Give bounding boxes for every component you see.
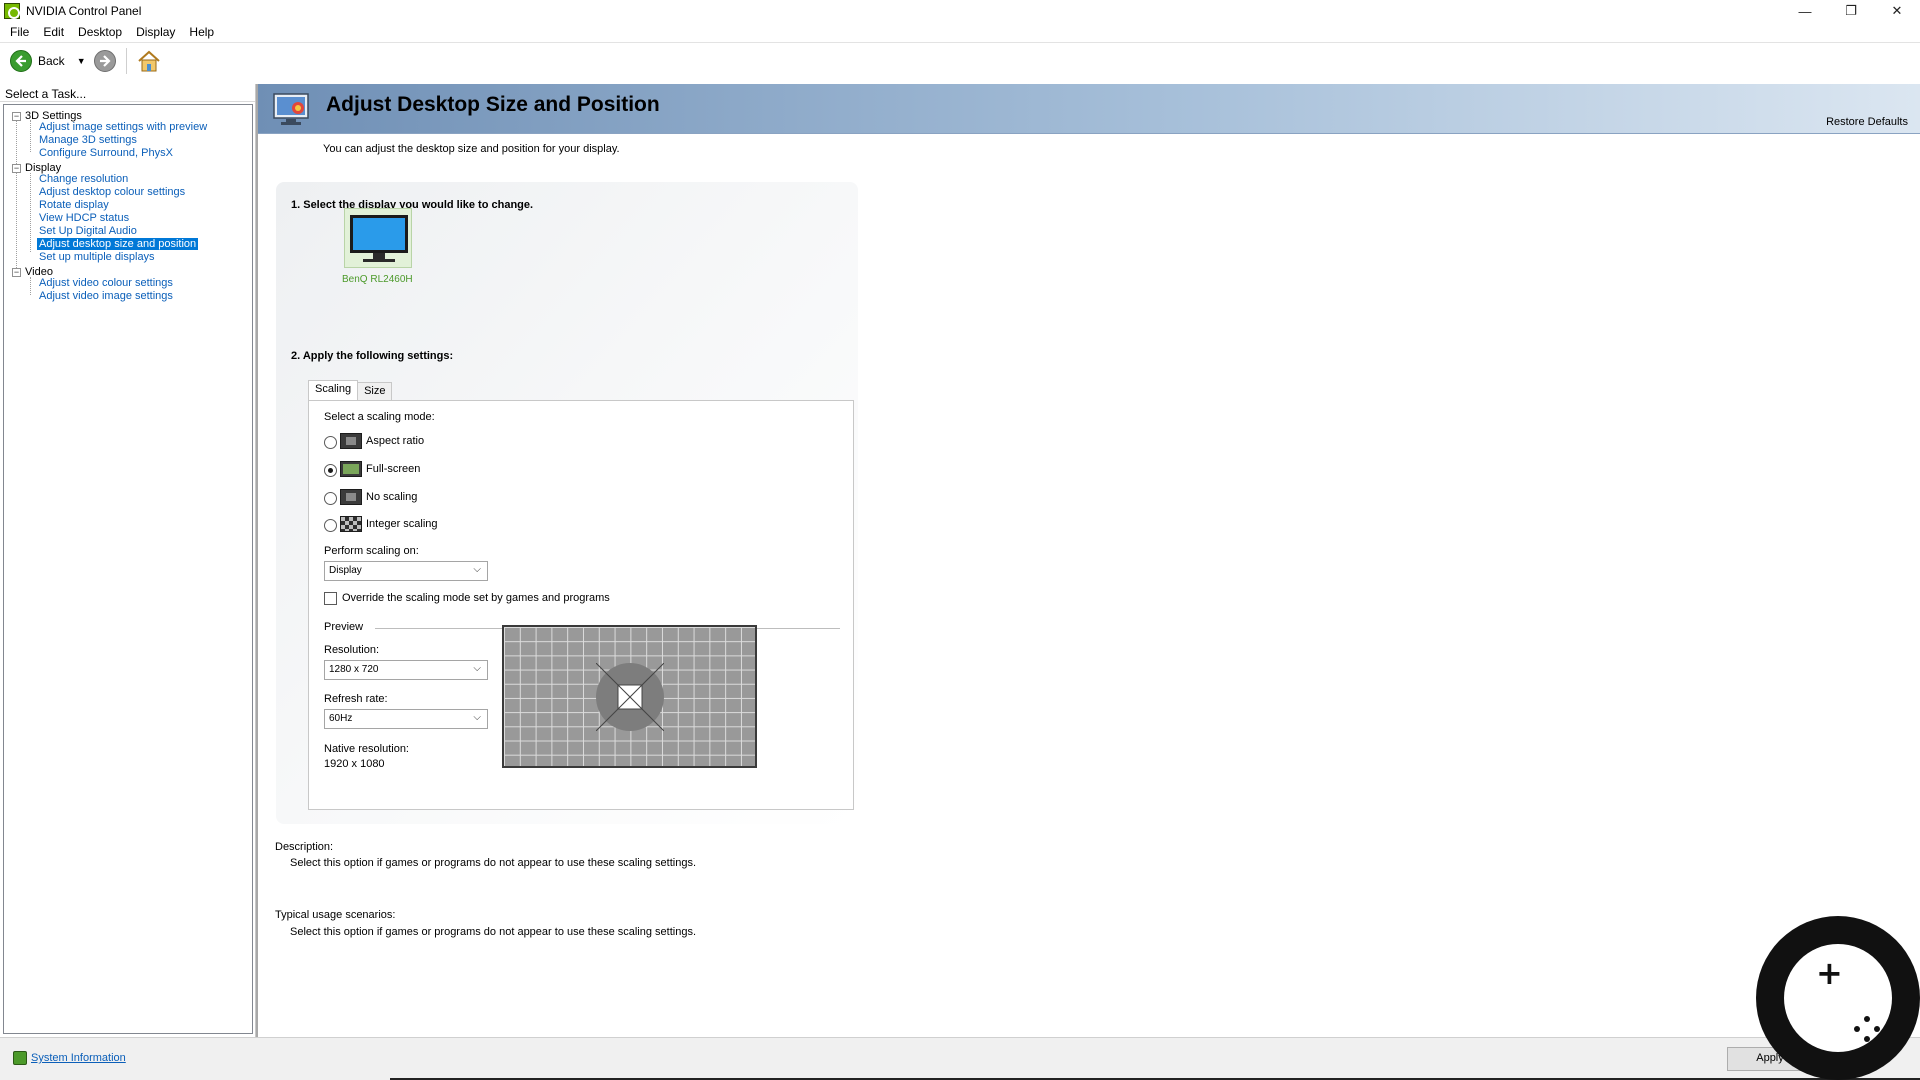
refresh-rate-select[interactable]: 60Hz ⌵ — [324, 709, 488, 729]
desktop-size-icon — [272, 91, 312, 127]
perform-scaling-select[interactable]: Display ⌵ — [324, 561, 488, 581]
system-info-icon[interactable] — [13, 1051, 27, 1065]
title-bar: NVIDIA Control Panel — ❐ ✕ — [0, 0, 1920, 22]
step2-label: 2. Apply the following settings: — [291, 350, 454, 362]
history-dropdown-icon[interactable]: ▼ — [77, 56, 86, 66]
menu-file[interactable]: File — [3, 25, 36, 39]
integer-scaling-icon — [340, 516, 362, 532]
tree-item-configure-surround[interactable]: Configure Surround, PhysX — [37, 147, 175, 159]
menu-edit[interactable]: Edit — [36, 25, 71, 39]
tree-connector — [30, 173, 31, 252]
tree-item-rotate-display[interactable]: Rotate display — [37, 199, 111, 211]
tree-item-desktop-colour[interactable]: Adjust desktop colour settings — [37, 186, 187, 198]
no-scaling-label[interactable]: No scaling — [366, 491, 417, 503]
radio-full-screen[interactable] — [324, 464, 337, 477]
forward-arrow-icon[interactable] — [93, 49, 116, 72]
tree-item-hdcp-status[interactable]: View HDCP status — [37, 212, 131, 224]
collapse-icon[interactable]: − — [12, 111, 21, 121]
watermark-dots-icon — [1854, 1016, 1880, 1042]
description-heading: Description: — [275, 841, 334, 853]
tree-item-video-image[interactable]: Adjust video image settings — [37, 290, 175, 302]
restore-defaults-link[interactable]: Restore Defaults — [1826, 116, 1908, 128]
radio-no-scaling[interactable] — [324, 492, 337, 505]
tree-item-adjust-image-settings[interactable]: Adjust image settings with preview — [37, 121, 209, 133]
tree-item-video-colour[interactable]: Adjust video colour settings — [37, 277, 175, 289]
menu-display[interactable]: Display — [129, 25, 182, 39]
scaling-mode-prompt: Select a scaling mode: — [324, 411, 435, 423]
resolution-select[interactable]: 1280 x 720 ⌵ — [324, 660, 488, 680]
resolution-value: 1280 x 720 — [329, 664, 379, 675]
collapse-icon[interactable]: − — [12, 163, 21, 173]
status-bar: System Information Apply — [0, 1037, 1920, 1080]
toolbar: Back ▼ — [0, 42, 1920, 78]
task-tree: − 3D Settings Adjust image settings with… — [3, 104, 253, 1034]
tab-scaling[interactable]: Scaling — [308, 380, 359, 400]
aspect-ratio-label[interactable]: Aspect ratio — [366, 435, 424, 447]
settings-tabs: Scaling Size — [308, 380, 393, 400]
perform-scaling-label: Perform scaling on: — [324, 545, 419, 557]
task-panel: Select a Task... − 3D Settings Adjust im… — [0, 84, 256, 1037]
collapse-icon[interactable]: − — [12, 267, 21, 277]
tree-item-change-resolution[interactable]: Change resolution — [37, 173, 130, 185]
minimize-button[interactable]: — — [1782, 0, 1828, 22]
chevron-down-icon: ⌵ — [473, 663, 481, 674]
toolbar-separator — [125, 47, 127, 74]
tab-size[interactable]: Size — [357, 382, 393, 400]
menu-bar: File Edit Desktop Display Help — [0, 22, 1920, 42]
scaling-tab-panel: Select a scaling mode: Aspect ratio Full… — [308, 400, 854, 810]
window-controls: — ❐ ✕ — [1782, 0, 1920, 22]
back-arrow-icon[interactable] — [10, 49, 32, 72]
page-description: You can adjust the desktop size and posi… — [323, 143, 620, 155]
usage-text: Select this option if games or programs … — [290, 926, 697, 938]
system-information-link[interactable]: System Information — [31, 1052, 126, 1064]
back-button-label[interactable]: Back — [38, 54, 65, 68]
full-screen-icon — [340, 461, 362, 477]
tree-item-digital-audio[interactable]: Set Up Digital Audio — [37, 225, 139, 237]
tree-item-desktop-size-position[interactable]: Adjust desktop size and position — [37, 238, 199, 250]
tree-connector — [30, 120, 31, 152]
chevron-down-icon: ⌵ — [473, 564, 481, 575]
scaling-preview — [502, 625, 757, 768]
chevron-down-icon: ⌵ — [473, 712, 481, 723]
usage-heading: Typical usage scenarios: — [275, 909, 396, 921]
display-thumbnail[interactable] — [344, 208, 412, 268]
page-banner: Adjust Desktop Size and Position Restore… — [258, 84, 1920, 134]
radio-integer-scaling[interactable] — [324, 519, 337, 532]
display-name-label[interactable]: BenQ RL2460H — [342, 274, 413, 285]
task-panel-header: Select a Task... — [0, 84, 255, 102]
tree-item-manage-3d-settings[interactable]: Manage 3D settings — [37, 134, 139, 146]
window-title: NVIDIA Control Panel — [26, 4, 142, 18]
tree-item-multiple-displays[interactable]: Set up multiple displays — [37, 251, 157, 263]
watermark-logo: + — [1756, 916, 1920, 1080]
full-screen-label[interactable]: Full-screen — [366, 463, 420, 475]
preview-test-pattern-cross — [596, 663, 664, 731]
tree-connector — [30, 277, 31, 295]
radio-aspect-ratio[interactable] — [324, 436, 337, 449]
override-label[interactable]: Override the scaling mode set by games a… — [342, 592, 610, 604]
refresh-rate-value: 60Hz — [329, 713, 353, 724]
main-content: Adjust Desktop Size and Position Restore… — [258, 84, 1920, 1037]
watermark-plus-icon: + — [1816, 954, 1843, 992]
nvidia-app-icon — [4, 3, 20, 19]
home-icon[interactable] — [137, 50, 161, 72]
perform-scaling-value: Display — [329, 565, 362, 576]
native-resolution-value: 1920 x 1080 — [324, 758, 385, 770]
monitor-icon — [350, 215, 408, 262]
preview-label: Preview — [324, 621, 364, 633]
no-scaling-icon — [340, 489, 362, 505]
tree-connector — [16, 116, 17, 274]
menu-help[interactable]: Help — [182, 25, 221, 39]
description-text: Select this option if games or programs … — [290, 857, 697, 869]
page-title: Adjust Desktop Size and Position — [326, 93, 660, 116]
menu-desktop[interactable]: Desktop — [71, 25, 129, 39]
resolution-label: Resolution: — [324, 644, 380, 656]
override-checkbox[interactable] — [324, 592, 337, 605]
integer-scaling-label[interactable]: Integer scaling — [366, 518, 438, 530]
close-button[interactable]: ✕ — [1874, 0, 1920, 22]
native-resolution-label: Native resolution: — [324, 743, 409, 755]
refresh-rate-label: Refresh rate: — [324, 693, 388, 705]
aspect-ratio-icon — [340, 433, 362, 449]
restore-button[interactable]: ❐ — [1828, 0, 1874, 22]
